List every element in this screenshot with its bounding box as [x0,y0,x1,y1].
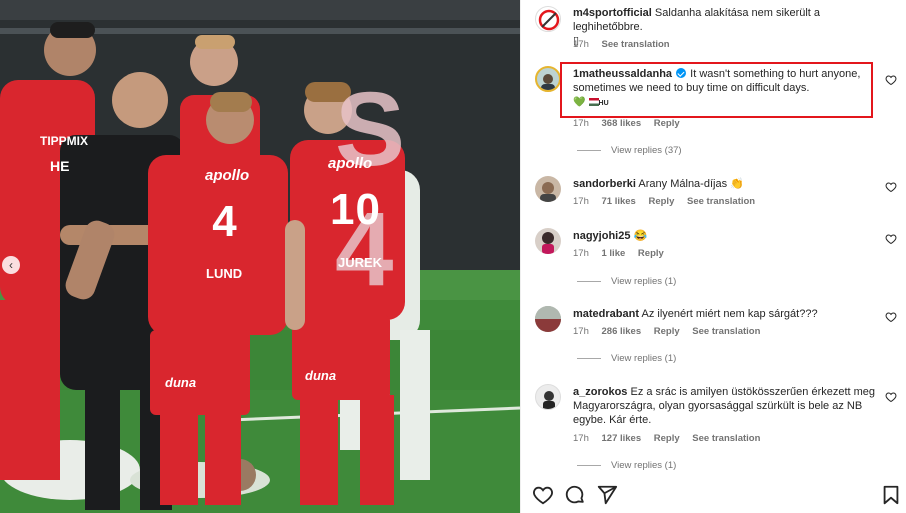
comment-time: 17h [573,196,589,207]
see-translation-link[interactable]: See translation [602,39,670,50]
divider [577,149,601,151]
view-replies-link[interactable]: View replies (37) [577,145,682,156]
user-photo-icon [542,232,554,254]
comment-body: Az ilyenért miért nem kap sárgát??? [641,308,818,320]
avatar[interactable] [535,228,561,254]
comment-icon[interactable] [564,484,586,506]
like-count[interactable]: 71 likes [602,196,636,207]
sponsor-label: HE [50,158,70,174]
divider [577,280,601,282]
comment-text: a_zorokos Ez a srác is amilyen üstökössz… [573,385,879,427]
comment-meta: 17h 368 likes Reply [573,118,690,129]
like-heart-icon[interactable] [885,74,897,86]
sponsor-label: apollo [205,167,250,184]
jersey-number: 10 [330,185,381,234]
like-heart-icon[interactable] [885,311,897,323]
avatar[interactable] [535,6,561,32]
comment-time: 17h [573,326,589,337]
see-translation-link[interactable]: See translation [692,433,760,444]
comment-username[interactable]: nagyjohi25 [573,230,630,242]
comment-username[interactable]: m4sportofficial [573,7,652,19]
user-photo-icon [540,182,556,202]
carousel-prev-button[interactable]: ‹ [2,256,20,274]
comment-item: matedrabant Az ilyenért miért nem kap sá… [533,306,901,368]
avatar[interactable] [535,176,561,202]
comment-item: sandorberki Arany Málna-díjas 👏 17h 71 l… [533,176,901,212]
comment-meta: 17h 286 likes Reply See translation [573,326,770,337]
reply-link[interactable]: Reply [648,196,674,207]
comment-item: m4sportofficial Saldanha alakítása nem s… [533,6,901,52]
like-heart-icon[interactable] [885,391,897,403]
comment-time: 17h [573,39,589,50]
comment-meta: 17h 71 likes Reply See translation [573,196,765,207]
comment-item: a_zorokos Ez a srác is amilyen üstökössz… [533,384,901,474]
user-photo-icon [535,306,561,332]
view-replies-link[interactable]: View replies (1) [577,460,676,471]
post-action-bar [520,478,906,513]
jersey-name: LUND [206,266,243,281]
view-replies-link[interactable]: View replies (1) [577,353,676,364]
like-heart-icon[interactable] [885,233,897,245]
divider [577,464,601,466]
comment-username[interactable]: sandorberki [573,178,636,190]
comment-username[interactable]: matedrabant [573,308,639,320]
sponsor-label: apollo [328,155,373,172]
comment-time: 17h [573,248,589,259]
shorts-sponsor: duna [165,375,197,390]
comment-item: nagyjohi25 😂 17h 1 like Reply View repli… [533,228,901,290]
comment-body: Arany Málna-díjas 👏 [638,178,744,190]
avatar[interactable] [535,66,561,92]
comment-text: matedrabant Az ilyenért miért nem kap sá… [573,307,879,321]
view-replies-link[interactable]: View replies (1) [577,276,676,287]
comment-username[interactable]: a_zorokos [573,386,627,398]
sponsor-label: TIPPMIX [40,134,89,148]
view-replies-label: View replies (1) [611,276,677,287]
shorts-sponsor: duna [305,368,337,383]
bookmark-icon[interactable] [880,484,902,506]
like-count[interactable]: 286 likes [602,326,642,337]
share-icon[interactable] [596,484,618,506]
view-replies-label: View replies (1) [611,460,677,471]
avatar[interactable] [535,306,561,332]
like-count[interactable]: 127 likes [602,433,642,444]
avatar[interactable] [535,384,561,410]
comment-meta: 17h 127 likes Reply See translation [573,433,770,444]
like-heart-icon[interactable] [885,181,897,193]
comment-text: nagyjohi25 😂 [573,229,879,243]
reply-link[interactable]: Reply [654,326,680,337]
jersey-number: 4 [212,197,238,246]
comment-meta: 17h See translation [573,39,680,50]
comment-body: 😂 [633,230,648,242]
see-translation-link[interactable]: See translation [687,196,755,207]
highlight-box [560,62,873,118]
comment-meta: 17h 1 like Reply [573,248,674,259]
view-replies-label: View replies (1) [611,353,677,364]
heart-icon[interactable] [532,484,554,506]
like-count[interactable]: 1 like [602,248,626,259]
comment-text: sandorberki Arany Málna-díjas 👏 [573,177,879,191]
view-replies-label: View replies (37) [611,145,682,156]
comment-time: 17h [573,433,589,444]
crossed-circle-icon [538,9,560,31]
divider [577,357,601,359]
user-photo-icon [541,74,555,90]
user-photo-icon [543,391,555,409]
comment-time: 17h [573,118,589,129]
post-media[interactable]: S 4 apollo 4 LUND duna apollo 10 JUREK d… [0,0,520,513]
reply-link[interactable]: Reply [654,118,680,129]
jersey-name: JUREK [338,255,383,270]
reply-link[interactable]: Reply [638,248,664,259]
see-translation-link[interactable]: See translation [692,326,760,337]
like-count[interactable]: 368 likes [602,118,642,129]
reply-link[interactable]: Reply [654,433,680,444]
